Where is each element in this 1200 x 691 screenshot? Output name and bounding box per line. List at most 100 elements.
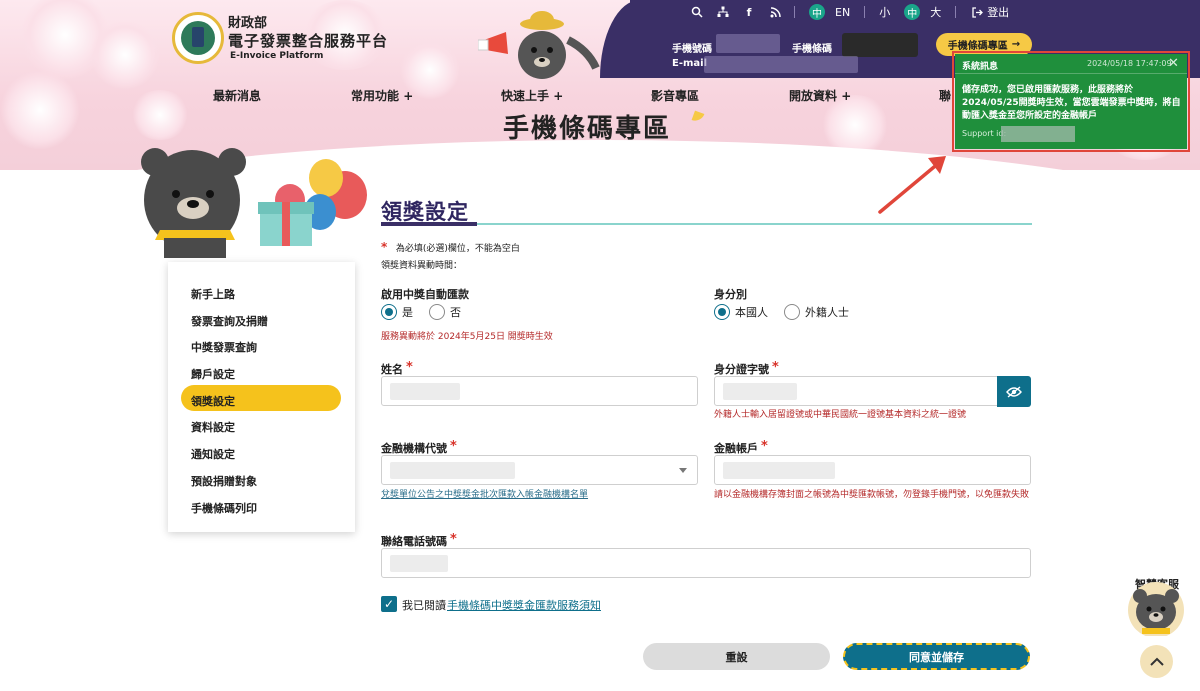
brand-title[interactable]: 電子發票整合服務平台	[228, 30, 388, 51]
nav-item-contact[interactable]: 聯	[939, 87, 951, 104]
section-underline	[381, 223, 1032, 225]
toast-message: 儲存成功，您已啟用匯款服務，此服務將於2024/05/25開獎時生效，當您雲端發…	[962, 85, 1181, 121]
sidebar-item-notification[interactable]: 通知設定	[191, 446, 235, 462]
masked-value	[723, 383, 797, 400]
back-to-top-button[interactable]	[1140, 645, 1173, 678]
nav-item-label: 快速上手	[501, 89, 550, 103]
mobile-barcode-masked	[842, 33, 918, 57]
customer-service-bear-icon[interactable]	[1126, 580, 1186, 636]
nav-item-quickstart[interactable]: 快速上手 +	[501, 87, 563, 104]
bank-account-input[interactable]	[714, 455, 1031, 485]
sidebar-item-prize-settings[interactable]: 領獎設定	[191, 393, 235, 409]
chevron-up-icon	[1149, 657, 1164, 666]
masked-value	[390, 383, 460, 400]
agree-prefix: 我已閱讀	[402, 599, 446, 612]
radio-label: 外籍人士	[805, 306, 849, 319]
nav-item-open-data[interactable]: 開放資料 +	[789, 87, 851, 104]
sidebar-item-account-binding[interactable]: 歸戶設定	[191, 366, 235, 382]
required-star: *	[450, 532, 457, 547]
auto-transfer-radio-group: 是 否	[381, 304, 477, 320]
util-divider	[794, 6, 795, 18]
support-id-masked	[1001, 126, 1075, 142]
nav-item-video[interactable]: 影音專區	[651, 87, 699, 104]
util-divider	[955, 6, 957, 18]
id-number-label: 身分證字號 *	[714, 360, 779, 377]
required-note-text: 為必填(必選)欄位，不能為空白	[395, 244, 520, 254]
identity-local-radio[interactable]	[714, 304, 730, 320]
phone-number-masked	[716, 34, 780, 53]
lang-zh-button[interactable]: 中	[809, 4, 825, 20]
brand-subtitle-en: E-Invoice Platform	[230, 51, 324, 61]
annotation-arrow-icon	[878, 156, 946, 214]
toast-title: 系統訊息	[962, 62, 999, 72]
sidebar-item-data-settings[interactable]: 資料設定	[191, 419, 235, 435]
system-message-toast: 系統訊息 2024/05/18 17:47:09 ✕ 儲存成功，您已啟用匯款服務…	[955, 54, 1187, 149]
identity-radio-group: 本國人 外籍人士	[714, 304, 865, 320]
identity-foreign-radio[interactable]	[784, 304, 800, 320]
facebook-icon[interactable]: f	[742, 5, 756, 19]
service-terms-link[interactable]: 手機條碼中獎獎金匯款服務須知	[447, 597, 601, 613]
mobile-barcode-label: 手機條碼	[792, 44, 832, 55]
nav-item-common[interactable]: 常用功能 +	[351, 87, 413, 104]
font-size-mid-button[interactable]: 中	[904, 4, 921, 20]
auto-transfer-label: 啟用中獎自動匯款	[381, 288, 469, 301]
utility-bar: f 中 EN 小 中 大 登出	[690, 4, 1023, 20]
contact-phone-label: 聯絡電話號碼 *	[381, 532, 457, 549]
sidebar-item-barcode-print[interactable]: 手機條碼列印	[191, 500, 257, 516]
auto-transfer-yes-radio[interactable]	[381, 304, 397, 320]
logout-icon[interactable]	[970, 5, 984, 19]
email-masked	[704, 56, 858, 73]
sidebar-item-winning-query[interactable]: 中獎發票查詢	[191, 339, 257, 355]
contact-phone-input[interactable]	[381, 548, 1031, 578]
font-size-small-button[interactable]: 小	[879, 4, 890, 20]
close-icon[interactable]: ✕	[1168, 56, 1179, 71]
sidebar-item-invoice-query[interactable]: 發票查詢及捐贈	[191, 313, 268, 329]
brand-ministry: 財政部	[228, 16, 268, 31]
font-size-large-button[interactable]: 大	[930, 4, 941, 20]
mascot-gift-illustration	[141, 148, 367, 258]
bank-code-select[interactable]	[381, 455, 698, 485]
identity-label: 身分別	[714, 288, 747, 301]
masked-value	[723, 462, 835, 479]
search-icon[interactable]	[690, 5, 704, 19]
sidebar-item-default-donation[interactable]: 預設捐贈對象	[191, 473, 257, 489]
radio-label: 本國人	[735, 306, 768, 319]
plus-icon: +	[841, 89, 852, 103]
bank-account-hint: 請以金融機構存簿封面之帳號為中獎匯款帳號，勿登錄手機門號，以免匯款失敗	[714, 490, 1030, 500]
auto-transfer-no-radio[interactable]	[429, 304, 445, 320]
reset-button[interactable]: 重設	[643, 643, 830, 670]
required-star: *	[450, 439, 457, 454]
util-divider	[864, 6, 866, 18]
required-star: *	[772, 360, 779, 375]
toast-support-label: Support id:	[962, 129, 1007, 138]
bank-account-label-text: 金融帳戶	[714, 442, 758, 455]
bank-code-label: 金融機構代號 *	[381, 439, 457, 456]
bank-account-label: 金融帳戶 *	[714, 439, 768, 456]
nav-item-label: 開放資料	[789, 89, 838, 103]
masked-value	[390, 462, 515, 479]
toggle-visibility-button[interactable]	[997, 376, 1031, 407]
arrow-right-icon: →	[1011, 39, 1021, 50]
bank-code-label-text: 金融機構代號	[381, 442, 447, 455]
lang-en-button[interactable]: EN	[835, 6, 850, 19]
name-label: 姓名 *	[381, 360, 413, 377]
required-star: *	[406, 360, 413, 375]
masked-value	[390, 555, 448, 572]
rss-icon[interactable]	[768, 5, 782, 19]
sidebar-item-beginner[interactable]: 新手上路	[191, 286, 235, 302]
mascot-megaphone-illustration	[478, 11, 600, 79]
id-number-input[interactable]	[714, 376, 998, 406]
agree-and-save-button[interactable]: 同意並儲存	[843, 643, 1030, 670]
ministry-logo[interactable]	[172, 12, 224, 64]
required-note: * 為必填(必選)欄位，不能為空白	[381, 240, 520, 254]
logout-button[interactable]: 登出	[987, 4, 1009, 20]
sidebar: 新手上路 發票查詢及捐贈 中獎發票查詢 歸戶設定 領獎設定 資料設定 通知設定 …	[168, 262, 355, 532]
agree-checkbox[interactable]: ✓	[381, 596, 397, 612]
bank-list-link[interactable]: 兌獎單位公告之中獎獎金批次匯款入帳金融機構名單	[381, 487, 588, 500]
nav-item-news[interactable]: 最新消息	[213, 87, 261, 104]
required-star: *	[761, 439, 768, 454]
required-star: *	[381, 240, 388, 254]
id-number-hint: 外籍人士輸入居留證號或中華民國統一證號基本資料之統一證號	[714, 410, 967, 420]
name-input[interactable]	[381, 376, 698, 406]
sitemap-icon[interactable]	[716, 5, 730, 19]
